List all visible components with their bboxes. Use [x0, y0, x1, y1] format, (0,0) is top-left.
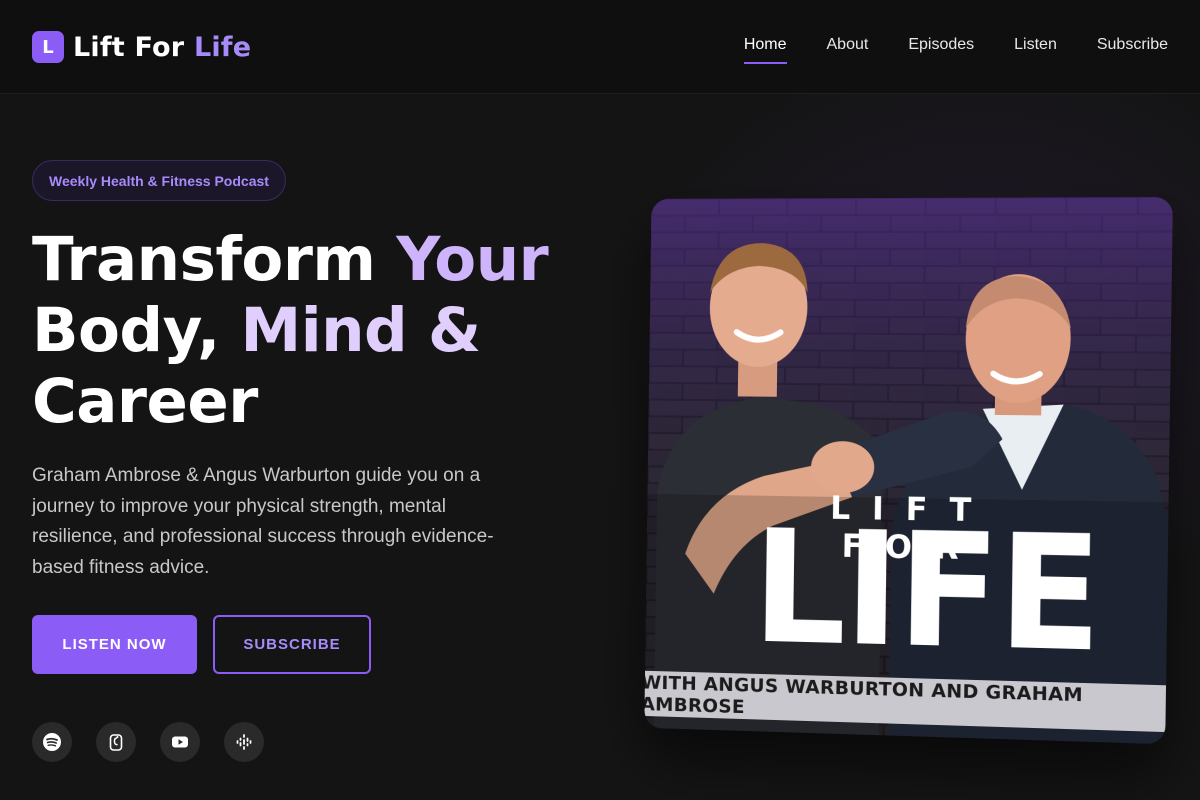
- logo-text-accent: Life: [193, 31, 252, 63]
- platform-links: [32, 722, 264, 762]
- logo-text: Lift For Life: [73, 32, 251, 63]
- cover-title-line-2: LIFE: [751, 497, 1102, 688]
- podcast-badge: Weekly Health & Fitness Podcast: [32, 160, 286, 201]
- hero-headline: Transform Your Body, Mind & Career: [32, 224, 592, 437]
- subscribe-button[interactable]: SUBSCRIBE: [213, 615, 371, 674]
- logo[interactable]: L Lift For Life: [32, 30, 251, 64]
- headline-part-5: Career: [32, 366, 258, 437]
- headline-part-1: Transform: [32, 224, 397, 295]
- nav-home[interactable]: Home: [743, 36, 787, 64]
- cover-art: LIFT FOR LIFE WITH ANGUS WARBURTON AND G…: [644, 196, 1173, 745]
- listen-now-button[interactable]: LISTEN NOW: [32, 615, 197, 674]
- page: L Lift For Life Home About Episodes List…: [0, 0, 1200, 800]
- nav-listen[interactable]: Listen: [1014, 36, 1057, 62]
- podcast-cover: LIFT FOR LIFE WITH ANGUS WARBURTON AND G…: [633, 189, 1188, 754]
- nav-about[interactable]: About: [827, 36, 869, 62]
- spotify-icon[interactable]: [32, 722, 72, 762]
- headline-part-3: Body,: [32, 295, 241, 366]
- site-header: L Lift For Life Home About Episodes List…: [0, 0, 1200, 94]
- apple-podcasts-icon[interactable]: [96, 722, 136, 762]
- logo-text-main: Lift For: [73, 31, 194, 63]
- headline-part-4: Mind &: [240, 295, 482, 366]
- nav-episodes[interactable]: Episodes: [908, 36, 974, 62]
- logo-mark: L: [32, 31, 64, 63]
- youtube-icon[interactable]: [160, 722, 200, 762]
- headline-part-2: Your: [396, 224, 549, 295]
- hero-description: Graham Ambrose & Angus Warburton guide y…: [32, 465, 494, 578]
- main-nav: Home About Episodes Listen Subscribe: [743, 36, 1168, 64]
- google-podcasts-icon[interactable]: [224, 722, 264, 762]
- nav-subscribe[interactable]: Subscribe: [1097, 36, 1168, 62]
